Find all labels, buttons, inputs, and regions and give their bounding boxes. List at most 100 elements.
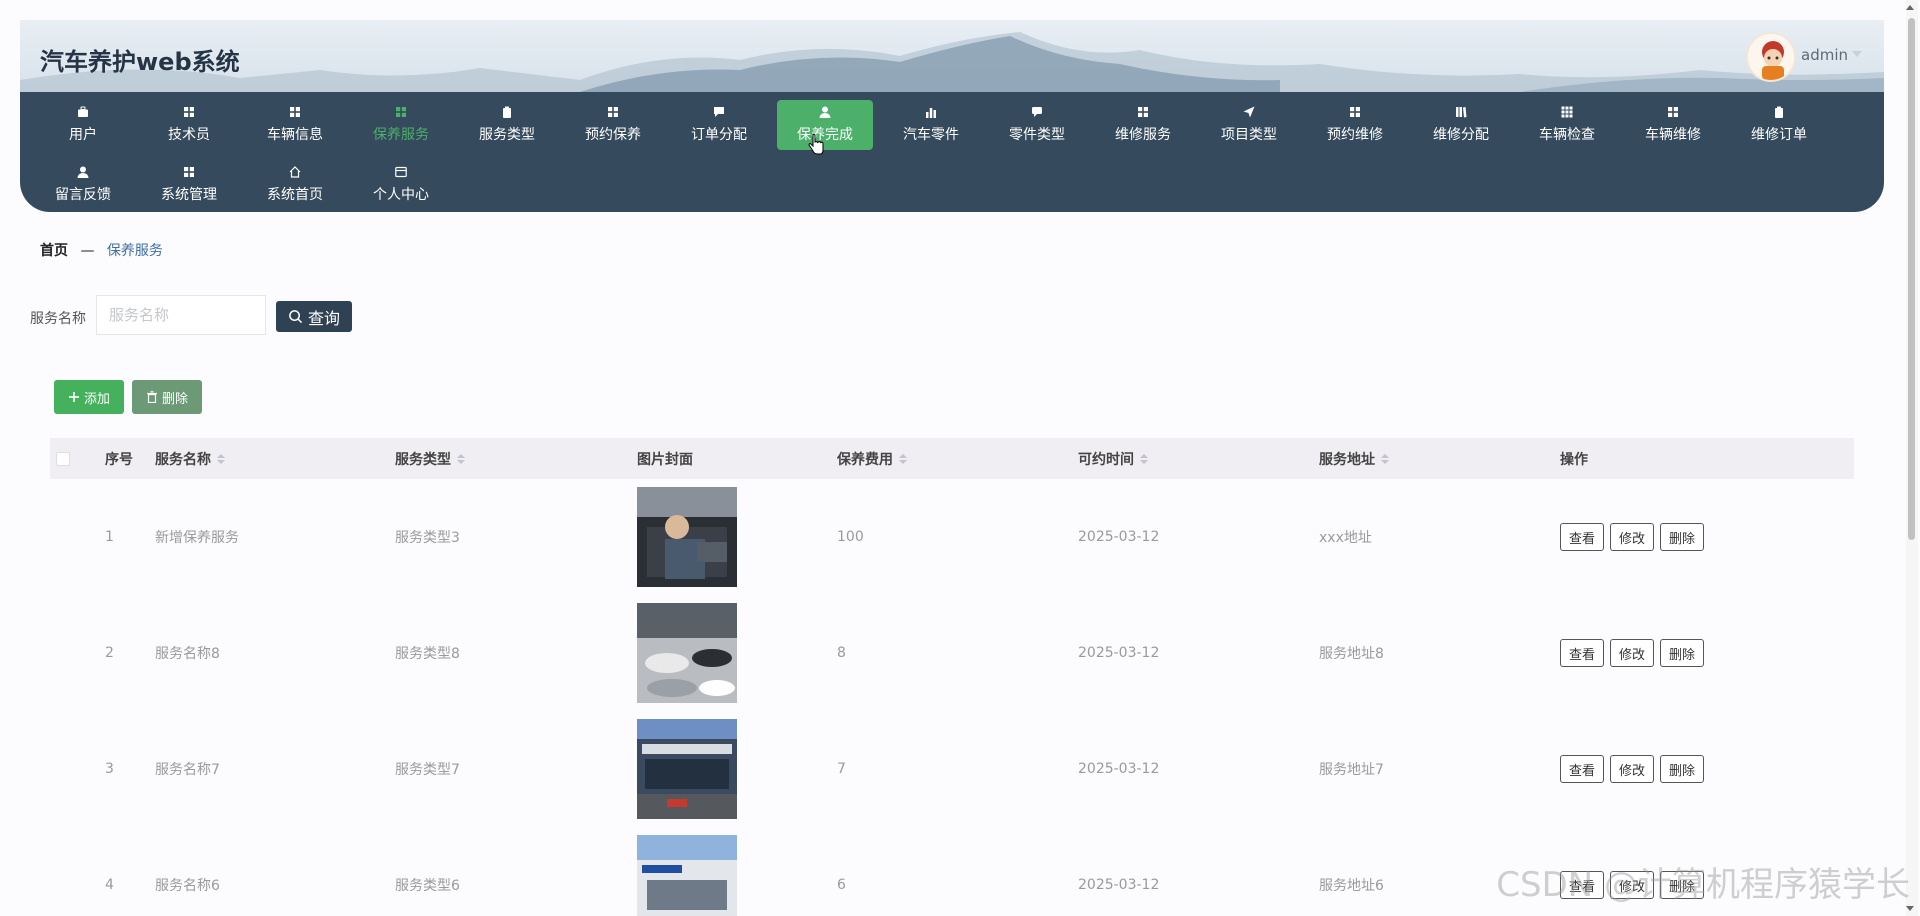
sort-icon bbox=[899, 453, 907, 464]
watermark: CSDN @计算机程序猿学长 bbox=[1496, 865, 1910, 905]
library-icon bbox=[1455, 106, 1467, 118]
cover-image[interactable] bbox=[637, 603, 737, 703]
nav-item-留言反馈[interactable]: 留言反馈 bbox=[30, 160, 136, 210]
page-scrollbar[interactable] bbox=[1906, 0, 1918, 916]
header-time[interactable]: 可约时间 bbox=[1078, 438, 1148, 479]
header-type[interactable]: 服务类型 bbox=[395, 438, 465, 479]
nav-item-维修服务[interactable]: 维修服务 bbox=[1090, 100, 1196, 150]
cell-address: 服务地址7 bbox=[1319, 762, 1384, 778]
nav-item-label: 订单分配 bbox=[691, 127, 747, 143]
view-button[interactable]: 查看 bbox=[1560, 755, 1605, 783]
header-name[interactable]: 服务名称 bbox=[155, 438, 225, 479]
cell-image bbox=[637, 479, 737, 595]
select-all-checkbox[interactable] bbox=[56, 452, 70, 466]
nav-item-label: 维修分配 bbox=[1433, 127, 1489, 143]
avatar[interactable] bbox=[1746, 32, 1796, 82]
cover-image[interactable] bbox=[637, 487, 737, 587]
cell-address: xxx地址 bbox=[1319, 530, 1372, 546]
nav-item-保养服务[interactable]: 保养服务 bbox=[348, 100, 454, 150]
cover-image[interactable] bbox=[637, 835, 737, 916]
nav-item-车辆信息[interactable]: 车辆信息 bbox=[242, 100, 348, 150]
nav-item-维修分配[interactable]: 维修分配 bbox=[1408, 100, 1514, 150]
add-button-label: 添加 bbox=[83, 391, 110, 407]
breadcrumb-home[interactable]: 首页 bbox=[40, 243, 68, 259]
nav-item-系统管理[interactable]: 系统管理 bbox=[136, 160, 242, 210]
grid-icon bbox=[1137, 106, 1149, 118]
nav-item-订单分配[interactable]: 订单分配 bbox=[666, 100, 772, 150]
nav-item-技术员[interactable]: 技术员 bbox=[136, 100, 242, 150]
plus-icon bbox=[68, 392, 79, 402]
nav-item-label: 系统管理 bbox=[161, 187, 217, 203]
nav-item-预约维修[interactable]: 预约维修 bbox=[1302, 100, 1408, 150]
table-header: 序号 服务名称 服务类型 图片封面 保养费用 可约时间 服务地址 操作 bbox=[50, 438, 1854, 479]
cell-fee: 7 bbox=[837, 761, 846, 777]
grid-icon bbox=[183, 166, 195, 178]
nav-row-1: 用户 技术员 车辆信息 保养服务 服务类型 预约保养 订单分配 保养完成 汽车零件 零件类型 维修服… bbox=[30, 98, 1884, 158]
edit-button[interactable]: 修改 bbox=[1610, 755, 1655, 783]
nav-item-车辆检查[interactable]: 车辆检查 bbox=[1514, 100, 1620, 150]
scroll-down-icon[interactable] bbox=[1906, 906, 1914, 911]
user-icon bbox=[77, 166, 89, 178]
caret-down-icon[interactable] bbox=[1852, 51, 1862, 57]
search-input[interactable] bbox=[96, 295, 266, 335]
sort-icon bbox=[217, 453, 225, 464]
breadcrumb-separator: — bbox=[80, 243, 95, 259]
nav-item-系统首页[interactable]: 系统首页 bbox=[242, 160, 348, 210]
edit-button[interactable]: 修改 bbox=[1610, 639, 1655, 667]
chat-icon bbox=[713, 106, 725, 118]
nav-item-label: 车辆信息 bbox=[267, 127, 323, 143]
header-ops: 操作 bbox=[1560, 451, 1588, 468]
nav-item-label: 留言反馈 bbox=[55, 187, 111, 203]
cell-type: 服务类型7 bbox=[395, 762, 460, 778]
nav-item-维修订单[interactable]: 维修订单 bbox=[1726, 100, 1832, 150]
service-table: 序号 服务名称 服务类型 图片封面 保养费用 可约时间 服务地址 操作 1 新增保… bbox=[50, 438, 1854, 916]
user-icon bbox=[819, 106, 831, 118]
delete-button[interactable]: 删除 bbox=[1660, 755, 1705, 783]
nav-item-服务类型[interactable]: 服务类型 bbox=[454, 100, 560, 150]
nav-item-零件类型[interactable]: 零件类型 bbox=[984, 100, 1090, 150]
nav-item-label: 保养完成 bbox=[797, 127, 853, 143]
scroll-up-icon[interactable] bbox=[1906, 5, 1914, 10]
cell-name: 服务名称8 bbox=[155, 646, 220, 662]
table-row: 3 服务名称7 服务类型7 7 2025-03-12 服务地址7 查看 修改 删除 bbox=[50, 711, 1854, 827]
cover-image[interactable] bbox=[637, 719, 737, 819]
nav-item-保养完成[interactable]: 保养完成 bbox=[777, 100, 873, 150]
cell-index: 3 bbox=[105, 761, 114, 777]
header-address[interactable]: 服务地址 bbox=[1319, 438, 1389, 479]
cell-image bbox=[637, 595, 737, 711]
nav-item-汽车零件[interactable]: 汽车零件 bbox=[878, 100, 984, 150]
view-button[interactable]: 查看 bbox=[1560, 639, 1605, 667]
sort-icon bbox=[1381, 453, 1389, 464]
nav-item-个人中心[interactable]: 个人中心 bbox=[348, 160, 454, 210]
mouse-cursor-icon bbox=[808, 134, 824, 160]
delete-button[interactable]: 删除 bbox=[1660, 523, 1705, 551]
search-button[interactable]: 查询 bbox=[276, 301, 352, 332]
cell-type: 服务类型6 bbox=[395, 878, 460, 894]
grid-icon bbox=[289, 106, 301, 118]
nav-item-用户[interactable]: 用户 bbox=[30, 100, 136, 150]
nav-item-项目类型[interactable]: 项目类型 bbox=[1196, 100, 1302, 150]
nav-item-车辆维修[interactable]: 车辆维修 bbox=[1620, 100, 1726, 150]
message-icon bbox=[1031, 106, 1043, 118]
nav-item-label: 车辆检查 bbox=[1539, 127, 1595, 143]
header-fee[interactable]: 保养费用 bbox=[837, 438, 907, 479]
sort-icon bbox=[457, 453, 465, 464]
add-button[interactable]: 添加 bbox=[54, 380, 124, 414]
nav-item-label: 保养服务 bbox=[373, 127, 429, 143]
clipboard-icon bbox=[501, 106, 513, 118]
view-button[interactable]: 查看 bbox=[1560, 523, 1605, 551]
delete-button[interactable]: 删除 bbox=[1660, 639, 1705, 667]
cell-index: 2 bbox=[105, 645, 114, 661]
edit-button[interactable]: 修改 bbox=[1610, 523, 1655, 551]
user-name[interactable]: admin bbox=[1801, 46, 1848, 64]
nav-item-label: 系统首页 bbox=[267, 187, 323, 203]
batch-delete-button[interactable]: 删除 bbox=[132, 380, 202, 414]
nav-item-label: 项目类型 bbox=[1221, 127, 1277, 143]
grid-icon bbox=[607, 106, 619, 118]
nav-item-预约保养[interactable]: 预约保养 bbox=[560, 100, 666, 150]
cell-index: 4 bbox=[105, 877, 114, 893]
cell-image bbox=[637, 711, 737, 827]
scroll-thumb[interactable] bbox=[1908, 18, 1915, 540]
header-image: 图片封面 bbox=[637, 451, 693, 468]
table-row: 2 服务名称8 服务类型8 8 2025-03-12 服务地址8 查看 修改 删除 bbox=[50, 595, 1854, 711]
